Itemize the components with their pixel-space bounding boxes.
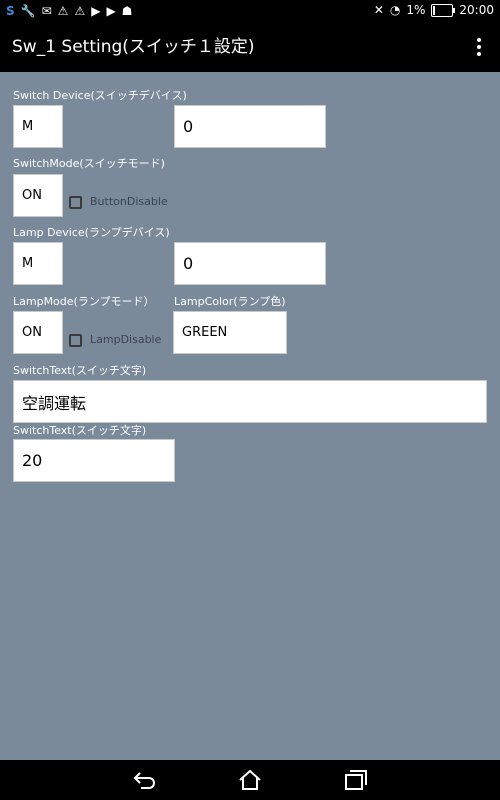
play-store-icon: ▶: [91, 4, 101, 18]
button-disable-checkbox[interactable]: [69, 195, 82, 209]
clock: 20:00: [459, 3, 494, 17]
warning-icon: ⚠: [57, 4, 69, 18]
lamp-color-label: LampColor(ランプ色): [174, 295, 286, 308]
switch-text-field[interactable]: 空調運転: [13, 380, 487, 423]
switch-mode-label: SwitchMode(スイッチモード): [13, 157, 165, 170]
lamp-device-type-field[interactable]: M: [13, 242, 63, 285]
switch-mode-field[interactable]: ON: [13, 174, 63, 217]
switch-device-label: Switch Device(スイッチデバイス): [13, 89, 187, 102]
button-disable-checkbox-row[interactable]: ButtonDisable: [69, 195, 168, 209]
lamp-disable-checkbox-row[interactable]: LampDisable: [69, 333, 161, 347]
wrench-icon: 🔧: [20, 4, 36, 18]
status-bar: S 🔧 ✉ ⚠ ⚠ ▶ ▶ ☗ ✕ ◔ 1% 20:00: [0, 0, 500, 22]
switch-device-type-field[interactable]: M: [13, 105, 63, 148]
back-icon[interactable]: [132, 769, 158, 791]
recent-apps-icon[interactable]: [343, 769, 369, 791]
lamp-disable-label: LampDisable: [90, 333, 162, 346]
lamp-mode-label: LampMode(ランプモード）: [13, 295, 155, 308]
system-status: ✕ ◔ 1% 20:00: [374, 3, 494, 17]
app-bar: Sw_1 Setting(スイッチ１設定): [0, 22, 500, 72]
lamp-device-label: Lamp Device(ランプデバイス): [13, 226, 170, 239]
switch-device-number-field[interactable]: 0: [174, 105, 326, 148]
switch-text-label: SwitchText(スイッチ文字): [13, 364, 147, 377]
navigation-bar: [0, 760, 500, 800]
warning-icon: ⚠: [74, 4, 86, 18]
lamp-device-number-field[interactable]: 0: [174, 242, 326, 285]
no-sim-icon: ✕: [373, 3, 384, 17]
battery-percent: 1%: [406, 3, 426, 17]
notification-icons: S 🔧 ✉ ⚠ ⚠ ▶ ▶ ☗: [6, 3, 132, 19]
wifi-icon: ◔: [389, 3, 401, 17]
mail-icon: ✉: [41, 4, 52, 18]
home-icon[interactable]: [237, 769, 263, 791]
lamp-mode-field[interactable]: ON: [13, 311, 63, 354]
page-title: Sw_1 Setting(スイッチ１設定): [12, 37, 255, 57]
lamp-color-field[interactable]: GREEN: [173, 311, 287, 354]
overflow-menu-icon[interactable]: [472, 36, 486, 58]
battery-icon: [431, 3, 456, 17]
switch-text-2-field[interactable]: 20: [13, 439, 175, 482]
android-icon: ☗: [121, 4, 133, 18]
app-s-icon: S: [6, 4, 15, 18]
play-store-icon: ▶: [106, 4, 116, 18]
lamp-disable-checkbox[interactable]: [69, 333, 82, 347]
button-disable-label: ButtonDisable: [90, 195, 168, 208]
switch-text-2-label: SwitchText(スイッチ文字): [13, 424, 147, 437]
